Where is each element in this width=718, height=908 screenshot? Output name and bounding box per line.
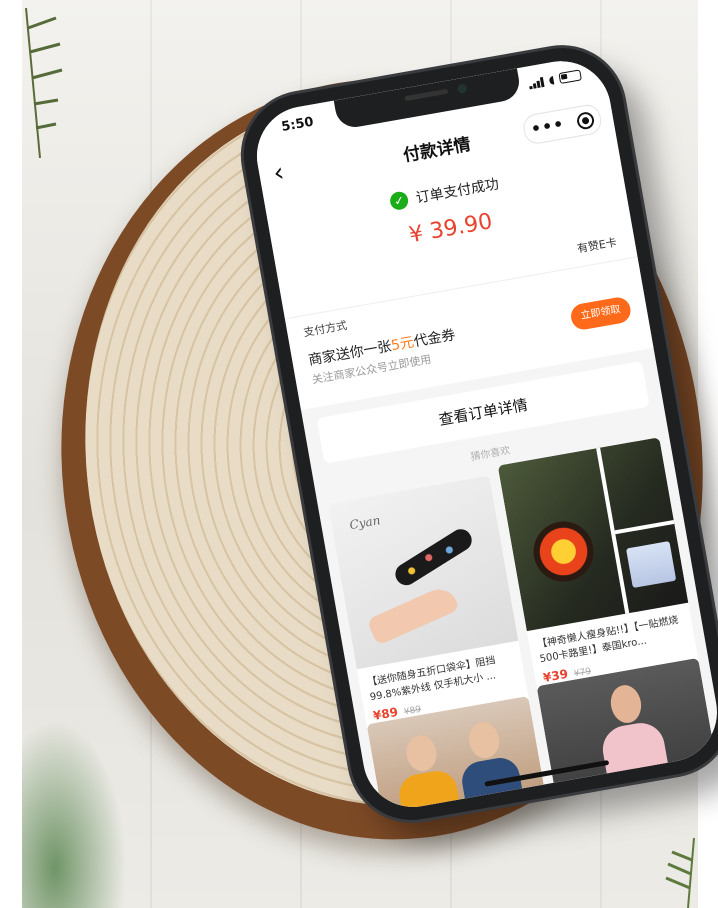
fern-decoration	[665, 838, 695, 908]
yellow-cardigan-figure	[396, 767, 466, 815]
blurred-leaf-decoration	[22, 708, 132, 908]
flame-emblem-figure	[528, 516, 599, 587]
product-card-umbrella[interactable]: Cyan 【送你随身五折口袋伞】阻挡99.8%紫外线 仅手机大小 ... ¥89…	[327, 475, 530, 733]
product-card-slimming-patch[interactable]: 【神奇懒人瘦身贴!!】【一贴燃烧500卡路里!】泰国kro... ¥39 ¥79	[497, 437, 700, 695]
status-time: 5:50	[280, 114, 315, 135]
model-head	[607, 682, 645, 726]
miniprogram-capsule: •••	[521, 102, 604, 146]
claim-coupon-button[interactable]: 立即领取	[568, 295, 633, 332]
umbrella-brand-signature: Cyan	[348, 513, 382, 533]
wifi-icon: ◖	[547, 72, 556, 87]
payment-method-label: 支付方式	[302, 318, 349, 340]
merchant-name: 有赞E卡	[576, 235, 618, 256]
front-camera	[456, 83, 468, 94]
model-head	[403, 732, 440, 774]
model-head	[466, 719, 503, 761]
more-dots-icon[interactable]: •••	[529, 114, 565, 139]
check-icon: ✓	[388, 190, 410, 212]
coupon-title-suffix: 代金券	[412, 327, 457, 351]
product-image-umbrella: Cyan	[327, 475, 519, 670]
status-icons: ◖	[528, 69, 582, 89]
twig-decoration	[25, 8, 63, 158]
hand-figure	[366, 583, 461, 646]
product-image-slimming-patch	[497, 437, 689, 632]
umbrella-figure	[391, 525, 476, 590]
payment-status-text: 订单支付成功	[414, 176, 501, 207]
package-box-figure	[625, 541, 677, 589]
speaker-grille	[404, 88, 449, 102]
signal-icon	[528, 76, 545, 89]
target-icon[interactable]	[575, 110, 596, 131]
battery-icon	[558, 69, 582, 85]
coupon-value-highlight: 5元	[389, 334, 416, 355]
frame-border-left	[0, 0, 22, 908]
